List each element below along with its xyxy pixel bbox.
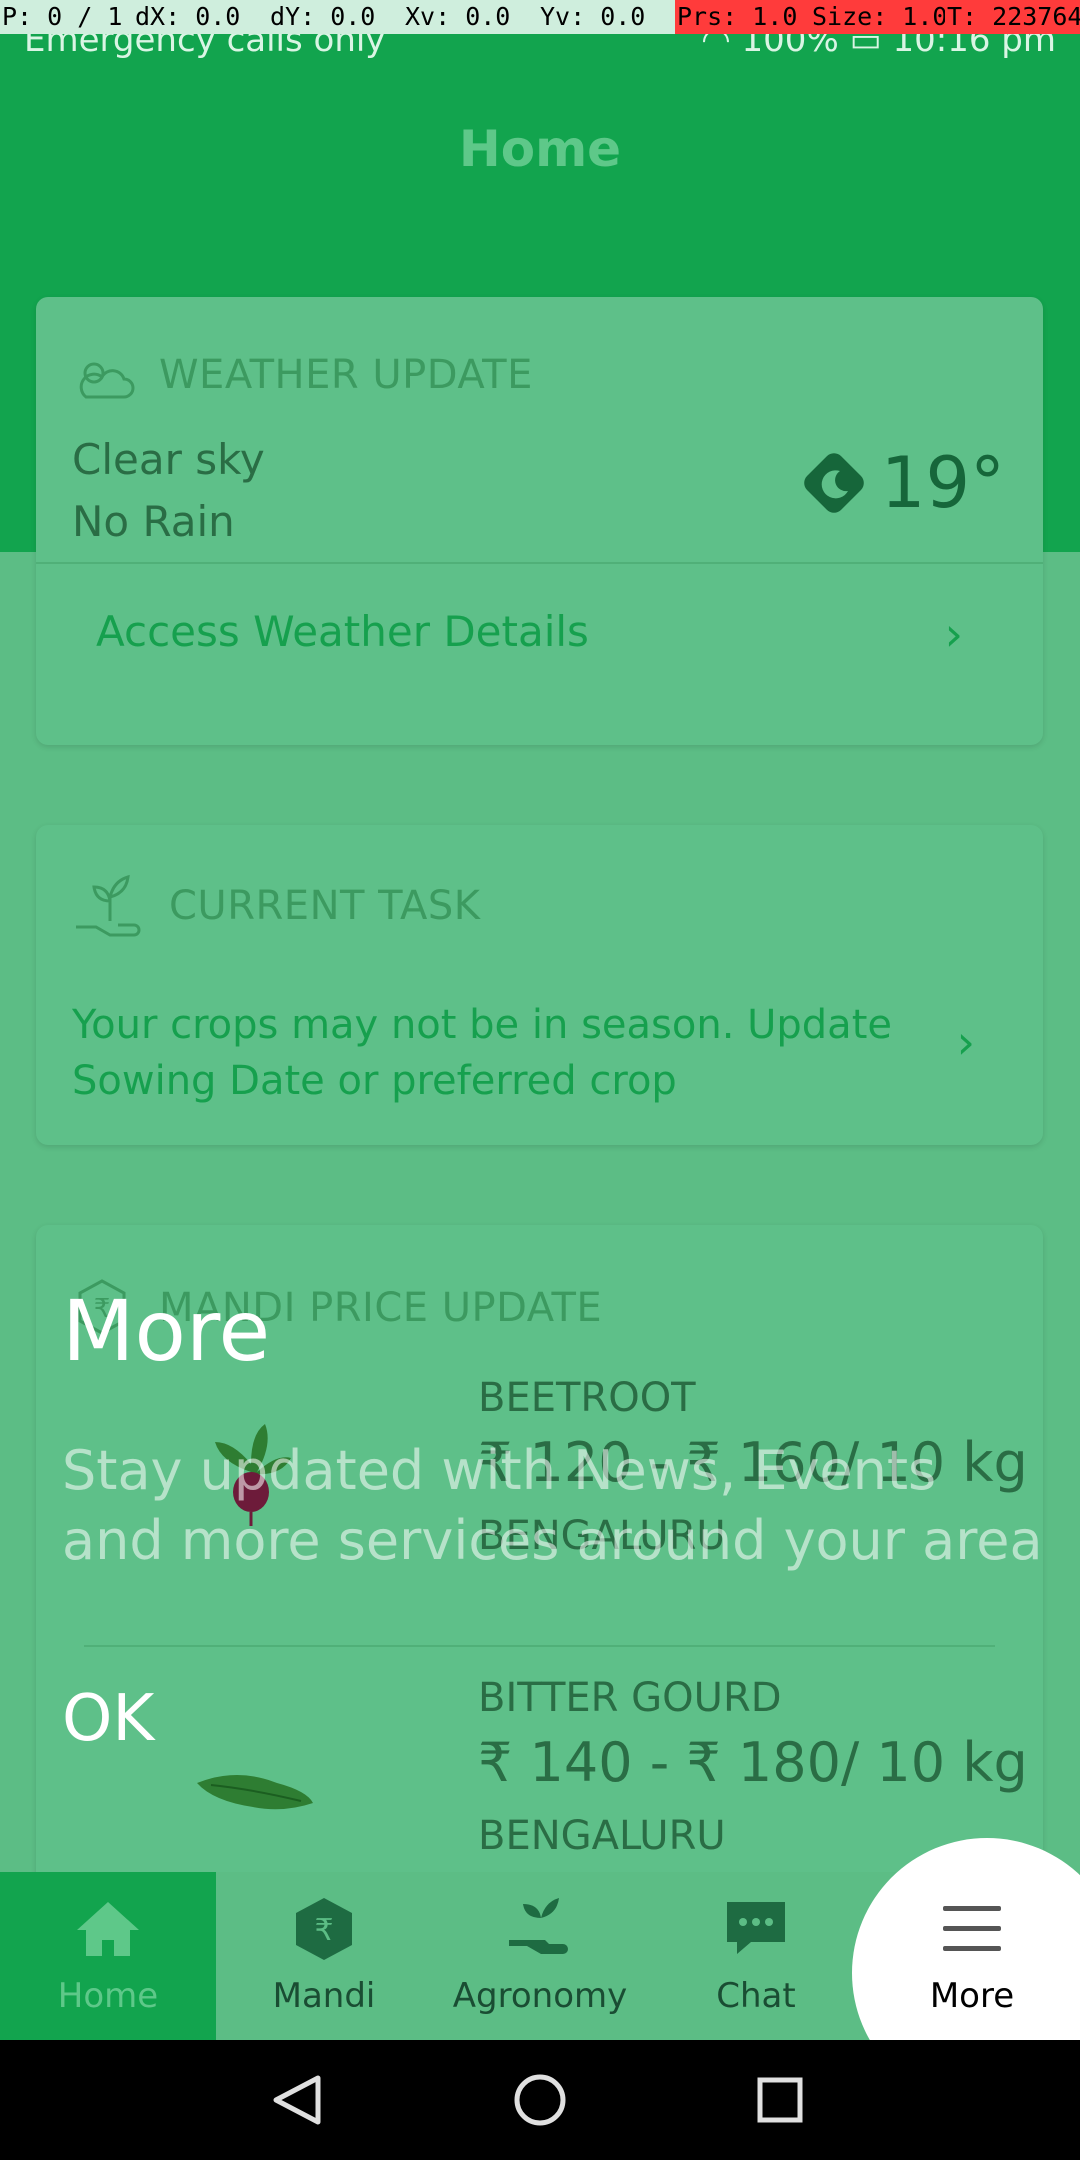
plant-hand-icon: [76, 874, 141, 937]
debug-yv: Yv: 0.0: [538, 0, 675, 34]
tab-chat[interactable]: Chat: [648, 1872, 864, 2040]
overlay-title: More: [62, 1282, 271, 1380]
divider: [84, 1645, 995, 1647]
tab-label: Mandi: [272, 1976, 376, 2016]
tab-label: More: [929, 1976, 1015, 2016]
tab-more[interactable]: More: [864, 1872, 1080, 2040]
home-nav-icon[interactable]: [480, 2040, 600, 2160]
svg-text:₹: ₹: [314, 1913, 333, 1948]
chevron-right-icon: ›: [956, 1015, 975, 1069]
task-heading: CURRENT TASK: [169, 883, 481, 929]
task-message: Your crops may not be in season. Update …: [72, 1002, 892, 1104]
tab-mandi[interactable]: ₹ Mandi: [216, 1872, 432, 2040]
debug-size: Size: 1.0: [810, 0, 945, 34]
debug-t: T: 223764: [945, 0, 1080, 34]
debug-dy: dY: 0.0: [268, 0, 403, 34]
tab-label: Home: [57, 1976, 159, 2016]
system-nav-bar: [0, 2040, 1080, 2160]
chevron-right-icon: ›: [944, 607, 963, 661]
weather-details-link[interactable]: Access Weather Details ›: [36, 567, 1043, 697]
crop-city: BENGALURU: [478, 1813, 726, 1859]
pointer-debug-bar: P: 0 / 1 dX: 0.0 dY: 0.0 Xv: 0.0 Yv: 0.0…: [0, 0, 1080, 34]
page-title: Home: [458, 120, 622, 178]
menu-icon: [943, 1906, 1001, 1951]
bitter-gourd-icon: [197, 1775, 313, 1810]
tab-label: Chat: [716, 1976, 796, 2016]
debug-p: P: 0 / 1: [0, 0, 133, 34]
current-task-card[interactable]: CURRENT TASK Your crops may not be in se…: [36, 825, 1043, 1145]
chat-icon: [727, 1902, 785, 1954]
plant-hand-icon: [509, 1898, 568, 1954]
tab-agronomy[interactable]: Agronomy: [432, 1872, 648, 2040]
divider: [36, 562, 1043, 564]
debug-xv: Xv: 0.0: [403, 0, 538, 34]
ok-button[interactable]: OK: [62, 1682, 154, 1756]
crop-price: ₹ 140 - ₹ 180/ 10 kg: [478, 1731, 1028, 1794]
weather-card: WEATHER UPDATE Clear sky No Rain 19° Acc…: [36, 297, 1043, 745]
tab-label: Agronomy: [452, 1976, 628, 2016]
weather-condition: Clear sky: [72, 435, 265, 484]
debug-dx: dX: 0.0: [133, 0, 268, 34]
moon-night-icon: [804, 453, 864, 513]
crop-name: BEETROOT: [478, 1375, 696, 1421]
weather-heading: WEATHER UPDATE: [159, 352, 533, 398]
debug-prs: Prs: 1.0: [675, 0, 810, 34]
home-icon: [77, 1902, 139, 1956]
back-icon[interactable]: [240, 2040, 360, 2160]
overlay-description: Stay updated with News, Events and more …: [62, 1439, 1043, 1572]
recents-icon[interactable]: [720, 2040, 840, 2160]
temperature: 19°: [880, 442, 1005, 524]
partly-cloudy-icon: [79, 362, 135, 399]
tab-home[interactable]: Home: [0, 1872, 216, 2040]
rupee-icon: ₹: [296, 1898, 352, 1960]
rain-status: No Rain: [72, 497, 235, 546]
crop-name: BITTER GOURD: [478, 1675, 782, 1721]
weather-details-label: Access Weather Details: [96, 607, 589, 656]
